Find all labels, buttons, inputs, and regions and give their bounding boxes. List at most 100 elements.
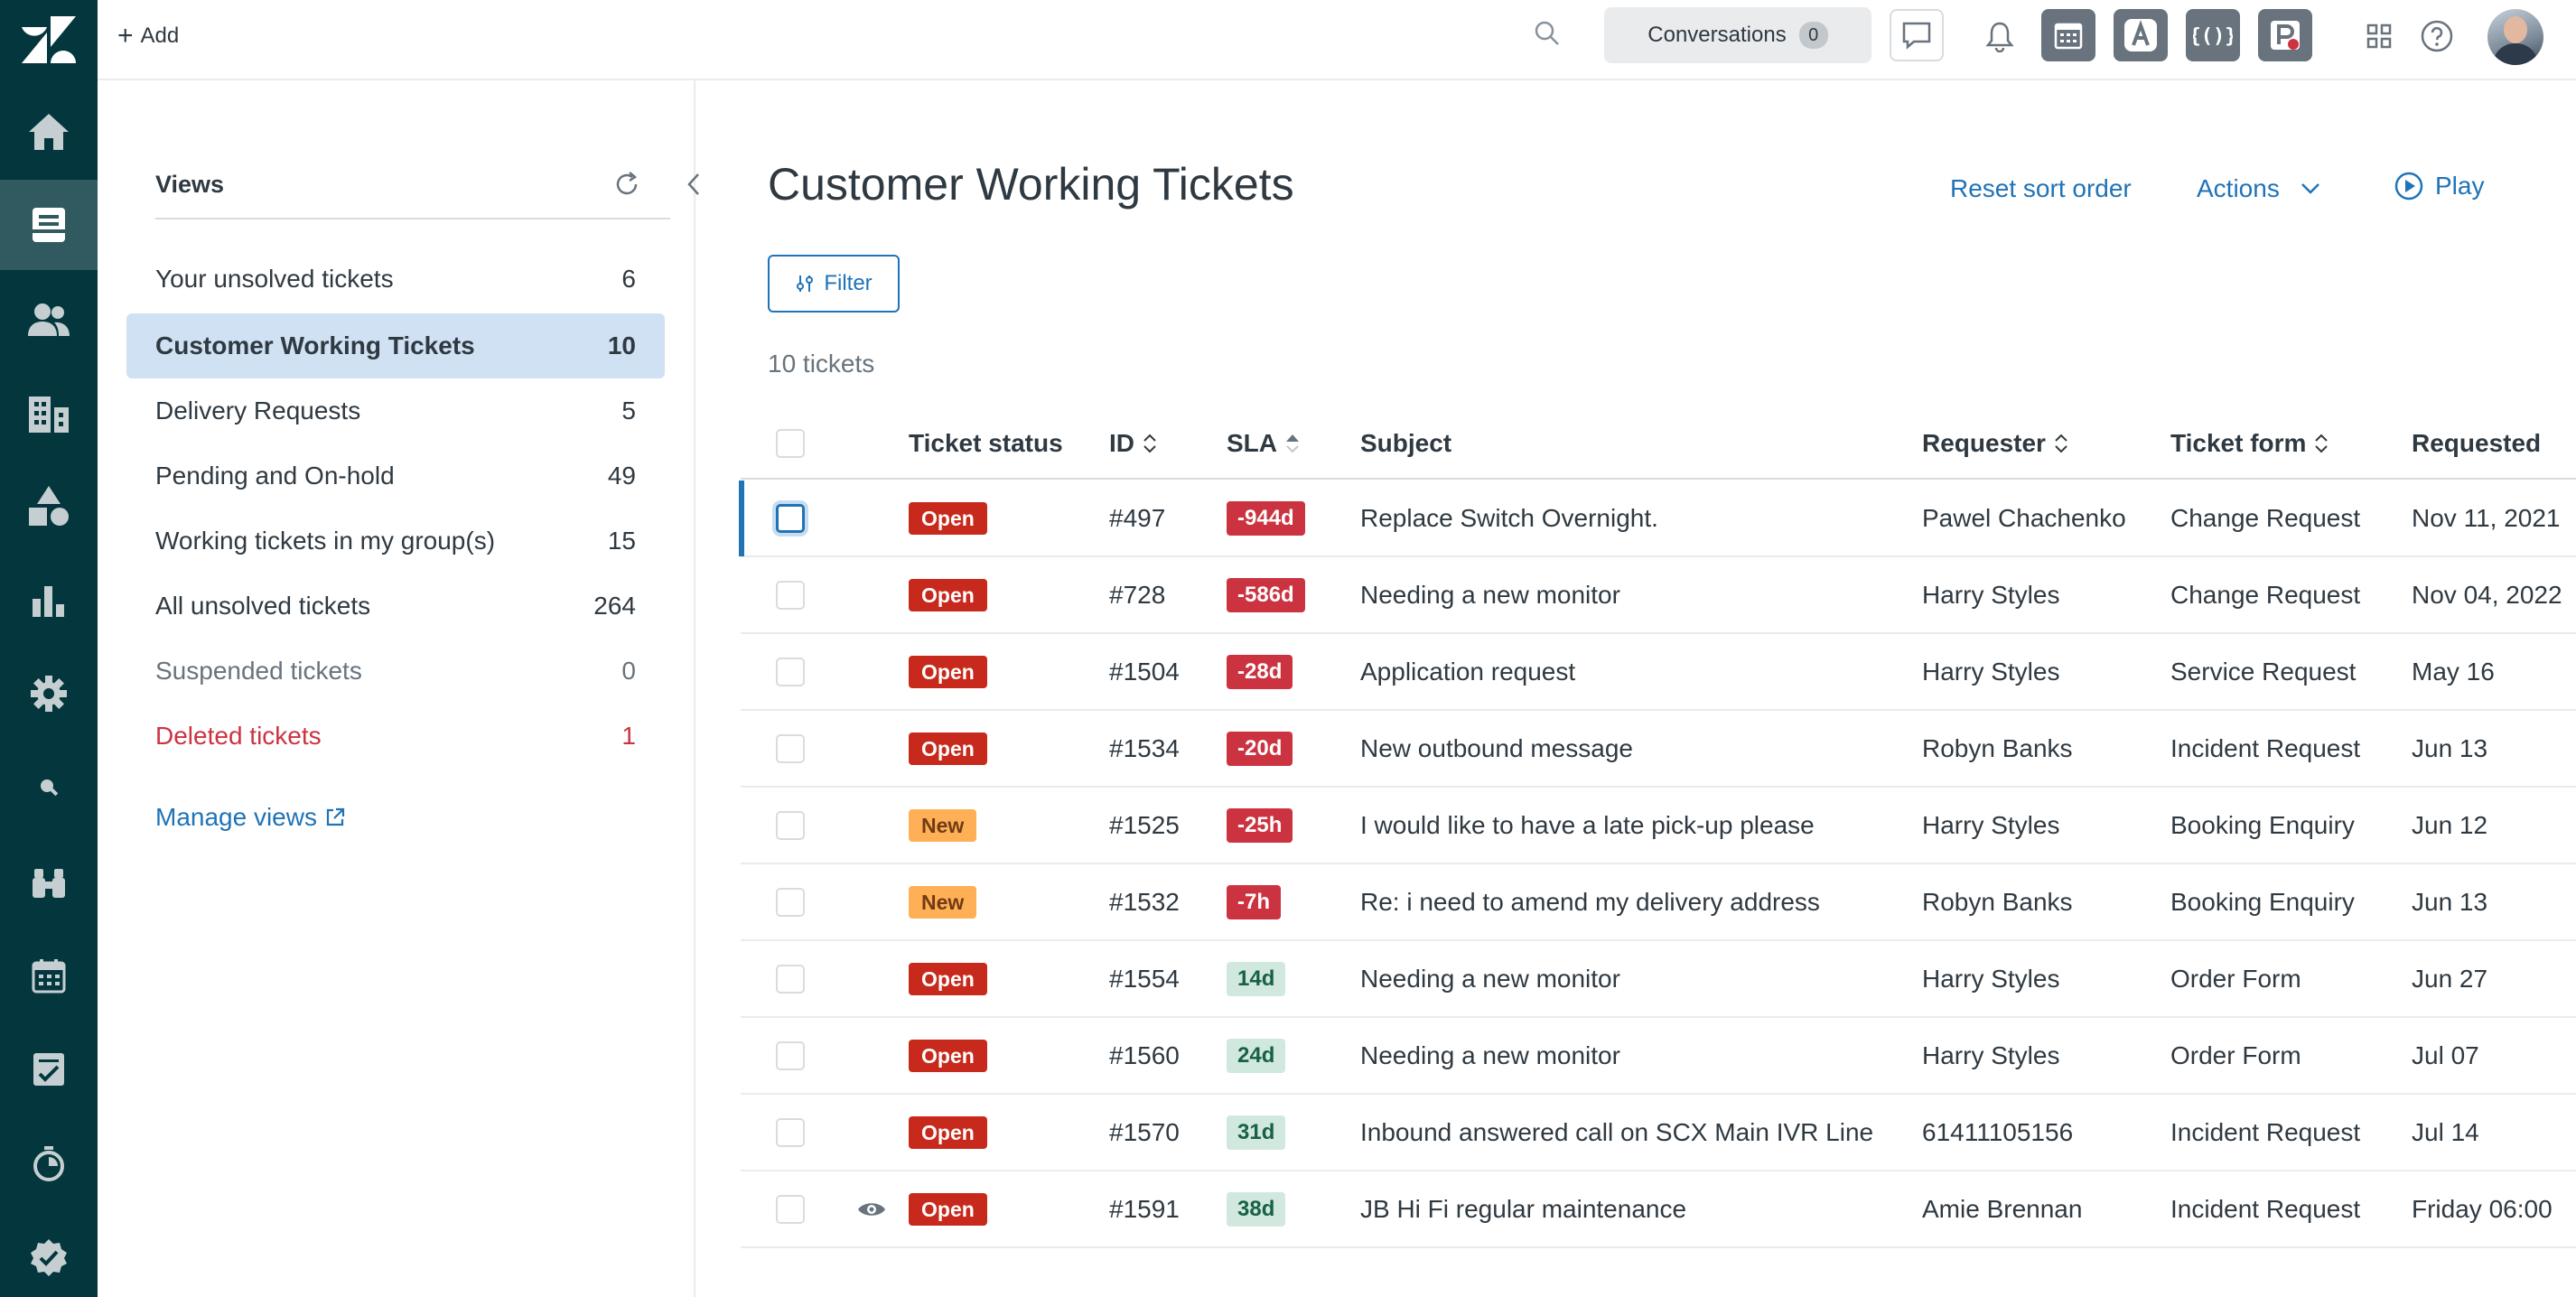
ticket-subject[interactable]: Re: i need to amend my delivery address <box>1360 864 1820 940</box>
row-checkbox[interactable] <box>776 1041 805 1070</box>
ticket-id[interactable]: #1532 <box>1109 864 1180 940</box>
verified-badge-icon[interactable] <box>0 1212 98 1297</box>
column-id[interactable]: ID <box>1109 429 1158 458</box>
row-checkbox[interactable] <box>776 965 805 994</box>
row-checkbox[interactable] <box>776 504 805 533</box>
view-suspended-tickets[interactable]: Suspended tickets 0 <box>126 639 665 704</box>
ticket-subject[interactable]: Needing a new monitor <box>1360 1018 1620 1094</box>
timer-icon[interactable] <box>0 1118 98 1208</box>
ticket-id[interactable]: #1570 <box>1109 1095 1180 1171</box>
p-app-icon[interactable] <box>2258 9 2312 61</box>
table-row[interactable]: New #1532 -7h Re: i need to amend my del… <box>741 864 2576 941</box>
table-row[interactable]: Open #1591 38d JB Hi Fi regular maintena… <box>741 1171 2576 1248</box>
play-button[interactable]: Play <box>2394 171 2484 201</box>
row-checkbox[interactable] <box>776 658 805 686</box>
ticket-requester: Harry Styles <box>1922 581 2060 609</box>
admin-gear-icon[interactable] <box>0 648 98 739</box>
search-icon[interactable] <box>1534 20 1561 51</box>
manage-views-link[interactable]: Manage views <box>155 803 346 832</box>
ticket-requester: Harry Styles <box>1922 965 2060 993</box>
table-row[interactable]: Open #1504 -28d Application request Harr… <box>741 634 2576 711</box>
view-your-unsolved-tickets[interactable]: Your unsolved tickets 6 <box>126 247 665 312</box>
view-label: Delivery Requests <box>155 397 361 425</box>
chat-icon[interactable] <box>1890 9 1944 61</box>
ticket-subject[interactable]: Needing a new monitor <box>1360 557 1620 633</box>
ticket-requested-date: Jun 27 <box>2412 965 2488 993</box>
ticket-subject[interactable]: Needing a new monitor <box>1360 941 1620 1017</box>
row-checkbox[interactable] <box>776 1195 805 1224</box>
apps-grid-icon[interactable] <box>2357 14 2401 58</box>
actions-dropdown[interactable]: Actions <box>2197 174 2321 203</box>
shapes-icon[interactable] <box>0 461 98 551</box>
customers-icon[interactable] <box>0 275 98 365</box>
refresh-icon[interactable] <box>611 169 642 204</box>
table-row[interactable]: Open #728 -586d Needing a new monitor Ha… <box>741 557 2576 634</box>
code-braces-app-icon[interactable]: {()} <box>2186 9 2240 61</box>
status-badge: Open <box>909 502 987 535</box>
table-row[interactable]: Open #1534 -20d New outbound message Rob… <box>741 711 2576 788</box>
filter-button[interactable]: Filter <box>768 255 900 313</box>
column-requested[interactable]: Requested <box>2412 429 2541 458</box>
calendar-icon[interactable] <box>0 930 98 1021</box>
ticket-id[interactable]: #728 <box>1109 557 1165 633</box>
ticket-id[interactable]: #1504 <box>1109 634 1180 710</box>
column-ticket-form[interactable]: Ticket form <box>2170 429 2329 458</box>
table-row[interactable]: Open #1560 24d Needing a new monitor Har… <box>741 1018 2576 1095</box>
ticket-id[interactable]: #497 <box>1109 481 1165 556</box>
organizations-icon[interactable] <box>0 369 98 459</box>
plus-icon: + <box>117 21 134 51</box>
ticket-subject[interactable]: Replace Switch Overnight. <box>1360 481 1658 556</box>
sla-badge: -586d <box>1227 578 1305 612</box>
ticket-subject[interactable]: I would like to have a late pick-up plea… <box>1360 788 1815 863</box>
reset-sort-order-button[interactable]: Reset sort order <box>1950 174 2132 203</box>
add-button[interactable]: + Add <box>117 20 179 52</box>
table-row[interactable]: Open #497 -944d Replace Switch Overnight… <box>739 481 2576 557</box>
home-icon[interactable] <box>0 87 98 177</box>
row-checkbox[interactable] <box>776 581 805 610</box>
notifications-bell-icon[interactable] <box>1978 14 2021 58</box>
view-customer-working-tickets[interactable]: Customer Working Tickets 10 <box>126 313 665 378</box>
help-icon[interactable] <box>2415 14 2459 58</box>
table-row[interactable]: Open #1554 14d Needing a new monitor Har… <box>741 941 2576 1018</box>
zendesk-logo-icon[interactable] <box>20 14 78 65</box>
nav-rail <box>0 0 98 1297</box>
row-checkbox[interactable] <box>776 888 805 917</box>
row-checkbox[interactable] <box>776 811 805 840</box>
user-avatar[interactable] <box>2487 9 2543 65</box>
column-ticket-status[interactable]: Ticket status <box>909 429 1063 458</box>
ticket-subject[interactable]: New outbound message <box>1360 711 1633 787</box>
ticket-subject[interactable]: Inbound answered call on SCX Main IVR Li… <box>1360 1095 1873 1171</box>
table-row[interactable]: New #1525 -25h I would like to have a la… <box>741 788 2576 864</box>
view-all-unsolved-tickets[interactable]: All unsolved tickets 264 <box>126 574 665 639</box>
a-app-icon[interactable] <box>2114 9 2168 61</box>
ticket-id[interactable]: #1554 <box>1109 941 1180 1017</box>
views-icon[interactable] <box>0 180 98 270</box>
filter-sliders-icon <box>797 275 814 292</box>
ticket-id[interactable]: #1591 <box>1109 1171 1180 1247</box>
column-sla[interactable]: SLA <box>1227 429 1301 458</box>
ticket-id[interactable]: #1525 <box>1109 788 1180 863</box>
search-app-icon[interactable] <box>0 742 98 833</box>
view-working-tickets-my-groups[interactable]: Working tickets in my group(s) 15 <box>126 509 665 574</box>
ticket-id[interactable]: #1534 <box>1109 711 1180 787</box>
reporting-icon[interactable] <box>0 555 98 646</box>
calendar-app-icon[interactable] <box>2041 9 2095 61</box>
column-subject[interactable]: Subject <box>1360 429 1451 458</box>
binoculars-icon[interactable] <box>0 836 98 927</box>
row-checkbox[interactable] <box>776 1118 805 1147</box>
view-label: Customer Working Tickets <box>155 331 475 359</box>
ticket-id[interactable]: #1560 <box>1109 1018 1180 1094</box>
select-all-checkbox[interactable] <box>776 429 805 458</box>
view-count: 49 <box>607 462 636 490</box>
row-checkbox[interactable] <box>776 734 805 763</box>
view-delivery-requests[interactable]: Delivery Requests 5 <box>126 378 665 443</box>
status-badge: Open <box>909 579 987 611</box>
checklist-icon[interactable] <box>0 1024 98 1115</box>
view-deleted-tickets[interactable]: Deleted tickets 1 <box>126 704 665 769</box>
conversations-button[interactable]: Conversations 0 <box>1604 7 1871 63</box>
column-requester[interactable]: Requester <box>1922 429 2069 458</box>
ticket-subject[interactable]: JB Hi Fi regular maintenance <box>1360 1171 1686 1247</box>
ticket-subject[interactable]: Application request <box>1360 634 1575 710</box>
table-row[interactable]: Open #1570 31d Inbound answered call on … <box>741 1095 2576 1171</box>
view-pending-and-on-hold[interactable]: Pending and On-hold 49 <box>126 443 665 509</box>
